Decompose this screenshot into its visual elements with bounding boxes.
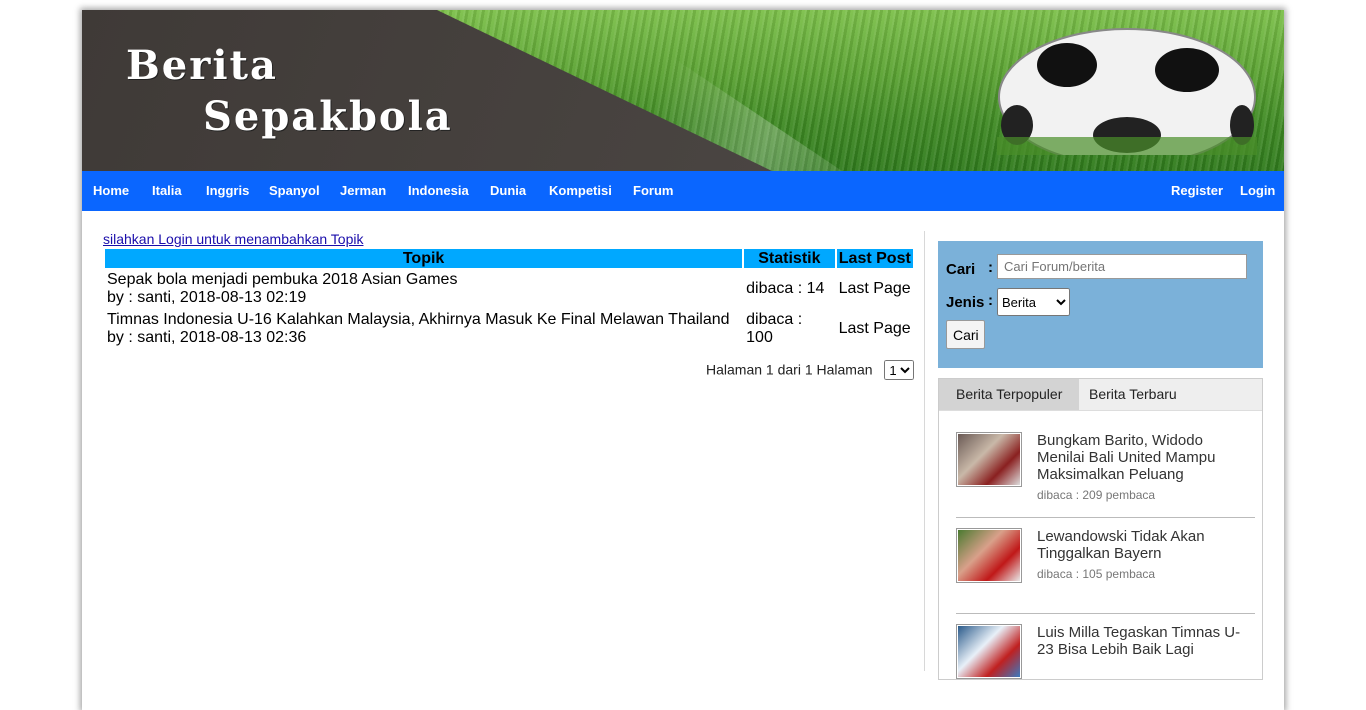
soccer-ball-image	[997, 28, 1257, 155]
topics-table: Topik Statistik Last Post Sepak bola men…	[103, 247, 915, 350]
jenis-colon: :	[988, 292, 993, 309]
nav-italia[interactable]: Italia	[152, 171, 182, 211]
news-read-count: dibaca : 105 pembaca	[1037, 567, 1156, 581]
main-nav: Home Italia Inggris Spanyol Jerman Indon…	[82, 171, 1284, 211]
news-title[interactable]: Lewandowski Tidak Akan Tinggalkan Bayern	[1037, 528, 1242, 562]
last-page-link[interactable]: Last Page	[839, 320, 911, 337]
news-tabs-box: Berita Terpopuler Berita Terbaru Bungkam…	[938, 378, 1263, 680]
topic-author: by : santi, 2018-08-13 02:19	[107, 289, 307, 306]
pagination: Halaman 1 dari 1 Halaman 1	[706, 360, 915, 380]
pager-text: Halaman 1 dari 1 Halaman	[706, 361, 873, 378]
news-separator	[956, 517, 1255, 518]
login-prompt-link[interactable]: silahkan Login untuk menambahkan Topik	[103, 231, 363, 247]
header-banner: Berita Sepakbola	[82, 10, 1284, 171]
topic-author: by : santi, 2018-08-13 02:36	[107, 329, 307, 346]
col-statistik-header: Statistik	[744, 249, 835, 268]
search-button[interactable]: Cari	[946, 320, 985, 349]
column-divider	[924, 231, 925, 671]
table-header-row: Topik Statistik Last Post	[105, 249, 913, 268]
news-thumbnail[interactable]	[956, 432, 1022, 487]
topic-cell: Sepak bola menjadi pembuka 2018 Asian Ga…	[105, 270, 742, 308]
search-input[interactable]	[997, 254, 1247, 279]
topic-stat: dibaca : 14	[746, 280, 825, 297]
tab-terbaru[interactable]: Berita Terbaru	[1072, 379, 1194, 410]
col-topik-header: Topik	[105, 249, 743, 268]
nav-kompetisi[interactable]: Kompetisi	[549, 171, 612, 211]
topic-cell: Timnas Indonesia U-16 Kalahkan Malaysia,…	[105, 310, 742, 348]
nav-inggris[interactable]: Inggris	[206, 171, 249, 211]
search-panel: Cari : Jenis : Berita Cari	[938, 241, 1263, 368]
tab-terpopuler[interactable]: Berita Terpopuler	[939, 379, 1080, 410]
nav-register[interactable]: Register	[1171, 171, 1223, 211]
last-page-link[interactable]: Last Page	[839, 280, 911, 297]
topic-title-link[interactable]: Timnas Indonesia U-16 Kalahkan Malaysia,…	[107, 311, 730, 328]
topic-title-link[interactable]: Sepak bola menjadi pembuka 2018 Asian Ga…	[107, 271, 457, 288]
news-read-count: dibaca : 209 pembaca	[1037, 488, 1156, 502]
news-title[interactable]: Luis Milla Tegaskan Timnas U-23 Bisa Leb…	[1037, 624, 1242, 658]
col-lastpost-header: Last Post	[836, 249, 913, 268]
news-separator	[956, 613, 1255, 614]
jenis-select[interactable]: Berita	[997, 288, 1070, 316]
site-title-line2: Sepakbola	[203, 93, 453, 140]
news-title[interactable]: Bungkam Barito, Widodo Menilai Bali Unit…	[1037, 432, 1242, 483]
topic-stat: dibaca : 100	[746, 311, 803, 346]
news-thumbnail[interactable]	[956, 528, 1022, 583]
nav-indonesia[interactable]: Indonesia	[408, 171, 469, 211]
table-row: Timnas Indonesia U-16 Kalahkan Malaysia,…	[105, 310, 913, 348]
tab-bar: Berita Terpopuler Berita Terbaru	[939, 379, 1262, 411]
page-select[interactable]: 1	[884, 360, 915, 380]
nav-dunia[interactable]: Dunia	[490, 171, 526, 211]
news-thumbnail[interactable]	[956, 624, 1022, 679]
cari-label: Cari	[946, 261, 976, 278]
nav-forum[interactable]: Forum	[633, 171, 673, 211]
cari-colon: :	[988, 259, 993, 276]
nav-login[interactable]: Login	[1240, 171, 1275, 211]
jenis-label: Jenis	[946, 294, 985, 311]
site-title-line1: Berita	[126, 42, 278, 89]
page-container: Berita Sepakbola Home Italia Inggris Spa…	[82, 10, 1284, 710]
nav-jerman[interactable]: Jerman	[340, 171, 386, 211]
nav-spanyol[interactable]: Spanyol	[269, 171, 320, 211]
table-row: Sepak bola menjadi pembuka 2018 Asian Ga…	[105, 270, 913, 308]
nav-home[interactable]: Home	[93, 171, 129, 211]
